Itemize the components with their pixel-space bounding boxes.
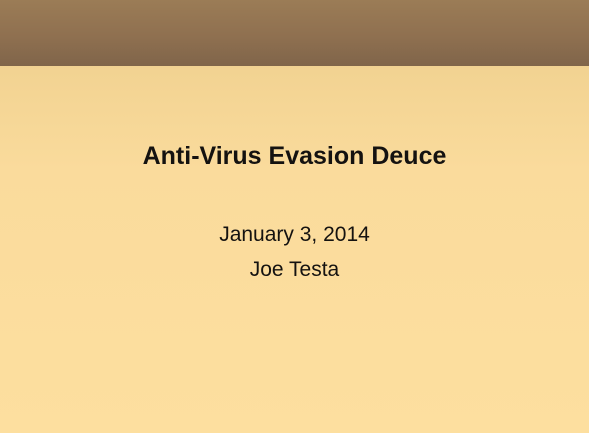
slide-date: January 3, 2014 (219, 223, 370, 246)
slide-author: Joe Testa (249, 258, 340, 281)
slide-title: Anti-Virus Evasion Deuce (142, 142, 447, 170)
presentation-slide: Anti-Virus Evasion Deuce January 3, 2014… (0, 0, 589, 433)
header-band (0, 0, 589, 66)
